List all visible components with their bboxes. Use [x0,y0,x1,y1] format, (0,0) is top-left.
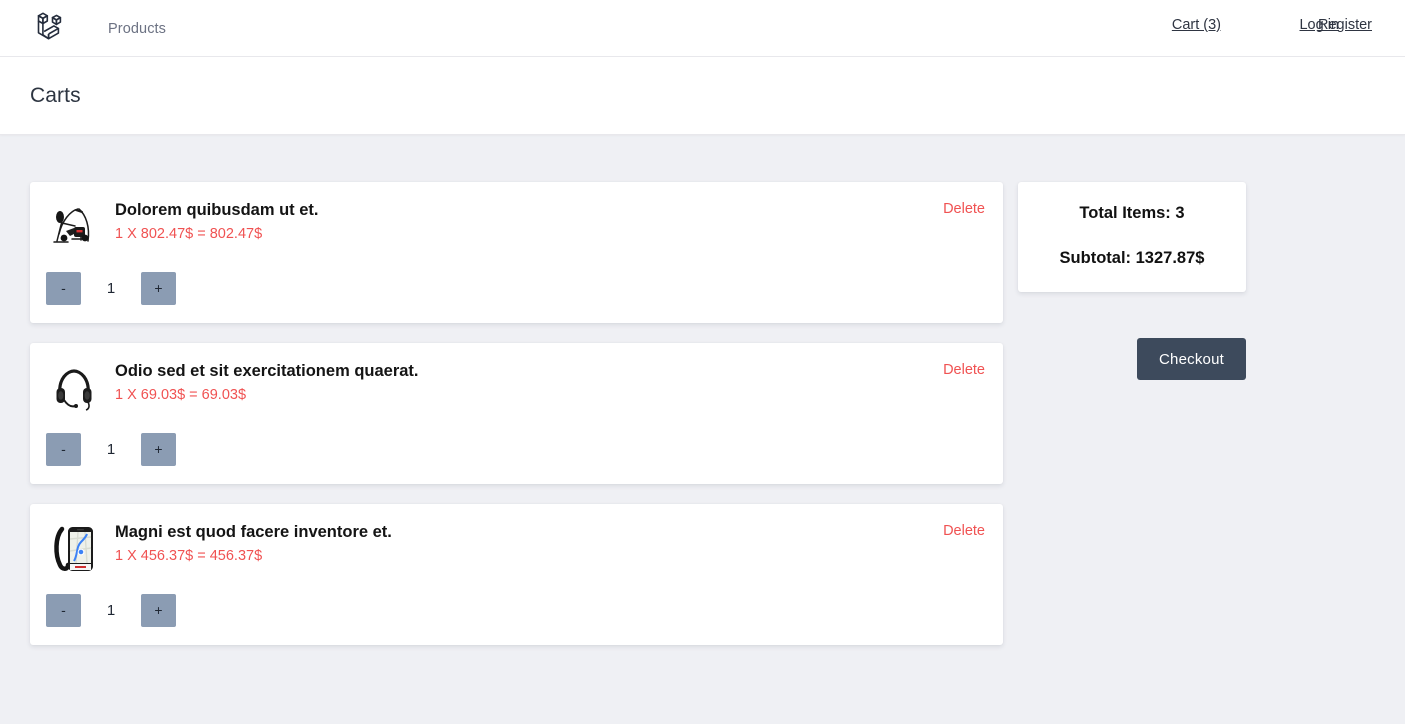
quantity-decrement-button[interactable]: - [46,433,81,466]
page-header: Carts [0,57,1405,135]
product-thumbnail[interactable] [46,359,101,417]
delete-item-link[interactable]: Delete [943,520,985,539]
quantity-value: 1 [106,441,116,458]
cart-item-card: Magni est quod facere inventore et. 1 X … [30,504,1003,645]
delete-item-link[interactable]: Delete [943,198,985,217]
nav-link-products[interactable]: Products [108,21,166,37]
cart-item-price-line: 1 X 456.37$ = 456.37$ [115,548,263,564]
top-navbar: Products Cart (3) Log in Register [0,0,1405,57]
nav-link-register[interactable]: Register [1318,17,1372,33]
cart-item-info: Odio sed et sit exercitationem quaerat. … [115,359,943,403]
cart-item-price-line: 1 X 802.47$ = 802.47$ [115,226,263,242]
product-thumbnail[interactable] [46,198,101,256]
smartphone-map-photo-icon [47,521,100,577]
cart-item-card: Dolorem quibusdam ut et. 1 X 802.47$ = 8… [30,182,1003,323]
quantity-value: 1 [106,602,116,619]
page-title: Carts [30,83,81,107]
subtotal-text: Subtotal: 1327.87$ [1059,249,1205,267]
quantity-stepper: - 1 + [30,417,1003,484]
cart-item-header: Magni est quod facere inventore et. 1 X … [30,520,1003,578]
cart-item-card: Odio sed et sit exercitationem quaerat. … [30,343,1003,484]
cart-item-title: Odio sed et sit exercitationem quaerat. [115,362,419,380]
checkout-button-wrap: Checkout [1018,338,1246,380]
quantity-stepper: - 1 + [30,578,1003,645]
headset-photo-icon [47,362,100,414]
quantity-decrement-button[interactable]: - [46,272,81,305]
laravel-logo-icon [37,12,62,40]
quantity-value: 1 [106,280,116,297]
checkout-button[interactable]: Checkout [1137,338,1246,380]
quantity-increment-button[interactable]: + [141,594,176,627]
quantity-decrement-button[interactable]: - [46,594,81,627]
order-summary-card: Total Items: 3 Subtotal: 1327.87$ [1018,182,1246,292]
navbar-left-links: Products [108,0,166,57]
quantity-stepper: - 1 + [30,256,1003,323]
product-thumbnail[interactable] [46,520,101,578]
cart-item-info: Magni est quod facere inventore et. 1 X … [115,520,943,564]
cart-items-list: Dolorem quibusdam ut et. 1 X 802.47$ = 8… [30,182,1003,665]
delete-item-link[interactable]: Delete [943,359,985,378]
cart-item-title: Magni est quod facere inventore et. [115,523,392,541]
quantity-increment-button[interactable]: + [141,272,176,305]
order-summary-column: Total Items: 3 Subtotal: 1327.87$ Checko… [1018,182,1246,380]
nav-link-cart[interactable]: Cart (3) [1172,17,1221,33]
laravel-logo[interactable] [30,8,70,48]
cart-item-info: Dolorem quibusdam ut et. 1 X 802.47$ = 8… [115,198,943,242]
cart-item-price-line: 1 X 69.03$ = 69.03$ [115,387,247,403]
quantity-increment-button[interactable]: + [141,433,176,466]
elliptical-trainer-photo-icon [47,201,100,253]
total-items-text: Total Items: 3 [1079,204,1185,222]
cart-item-title: Dolorem quibusdam ut et. [115,201,319,219]
cart-item-header: Odio sed et sit exercitationem quaerat. … [30,359,1003,417]
cart-item-header: Dolorem quibusdam ut et. 1 X 802.47$ = 8… [30,198,1003,256]
